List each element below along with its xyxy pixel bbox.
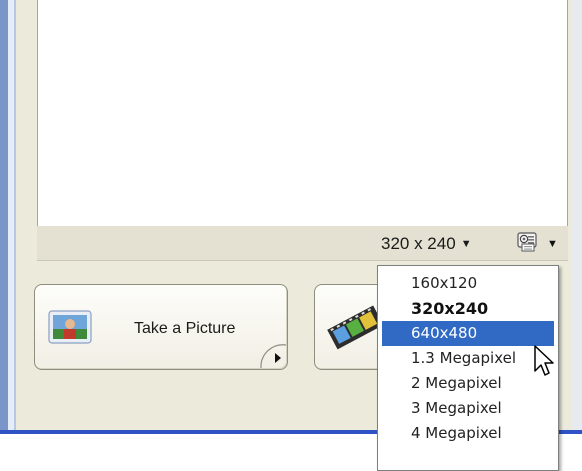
window-left-border bbox=[0, 0, 8, 430]
take-picture-button[interactable]: Take a Picture bbox=[34, 284, 288, 370]
window-right-border bbox=[572, 0, 582, 430]
photo-icon bbox=[47, 309, 93, 345]
resolution-dropdown-button[interactable]: 320 x 240 ▼ bbox=[381, 232, 472, 256]
resolution-option-160x120[interactable]: 160x120 bbox=[378, 271, 558, 296]
filmstrip-icon bbox=[323, 303, 385, 351]
camera-settings-button[interactable]: ▼ bbox=[515, 231, 565, 258]
resolution-option-1.3mp[interactable]: 1.3 Megapixel bbox=[378, 346, 558, 371]
chevron-down-icon: ▼ bbox=[547, 238, 558, 250]
expand-arrow-icon[interactable] bbox=[257, 341, 287, 369]
resolution-label: 320 x 240 bbox=[381, 234, 456, 253]
resolution-option-640x480[interactable]: 640x480 bbox=[382, 321, 554, 346]
camera-preview-area bbox=[37, 0, 568, 226]
take-picture-label: Take a Picture bbox=[134, 320, 236, 337]
chevron-down-icon: ▼ bbox=[460, 238, 472, 250]
resolution-option-4mp[interactable]: 4 Megapixel bbox=[378, 421, 558, 446]
resolution-option-3mp[interactable]: 3 Megapixel bbox=[378, 396, 558, 421]
resolution-option-2mp[interactable]: 2 Megapixel bbox=[378, 371, 558, 396]
resolution-menu: 160x120 320x240 640x480 1.3 Megapixel 2 … bbox=[377, 265, 559, 471]
mouse-pointer-icon bbox=[533, 344, 557, 380]
preview-status-bar bbox=[37, 226, 568, 261]
camera-settings-icon bbox=[515, 231, 543, 258]
resolution-option-320x240[interactable]: 320x240 bbox=[378, 296, 558, 321]
